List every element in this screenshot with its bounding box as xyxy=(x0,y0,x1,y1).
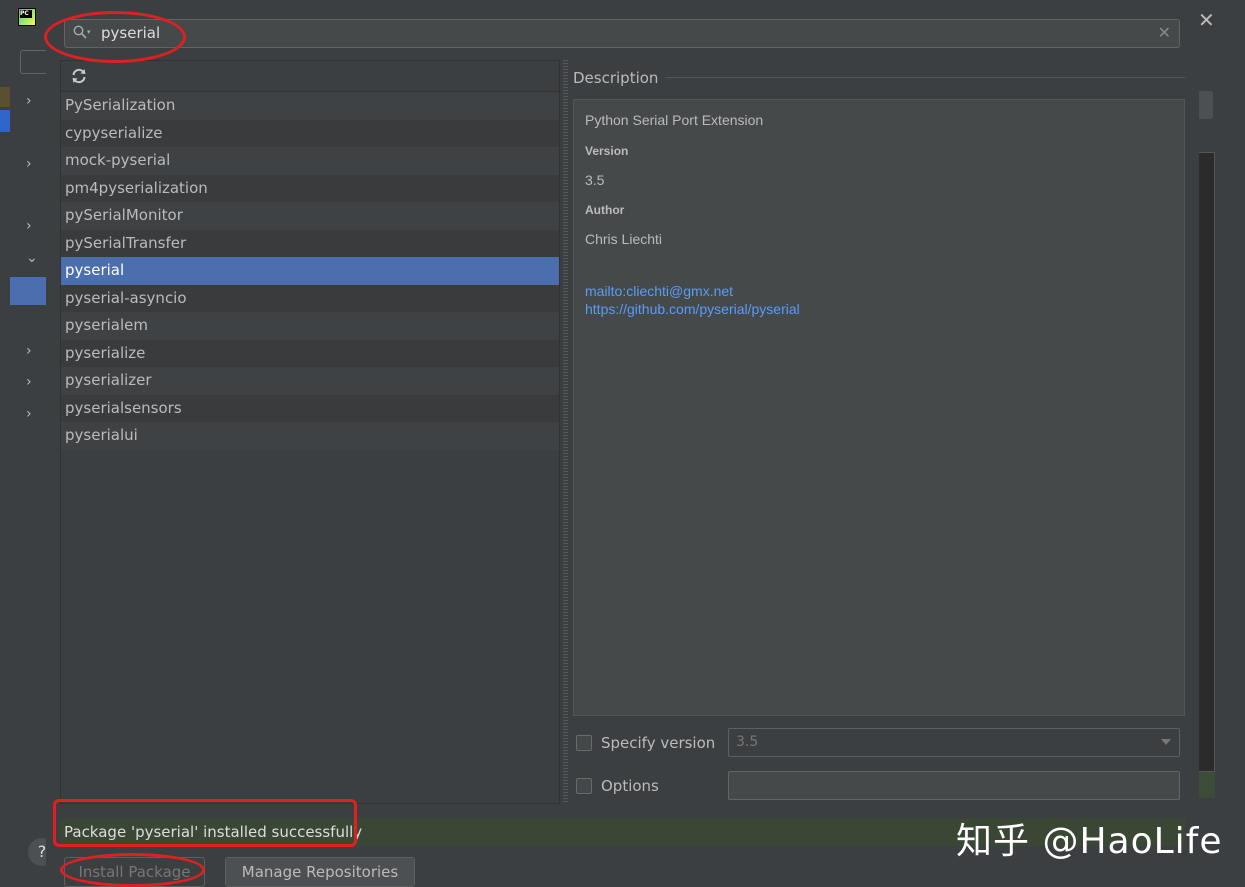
clear-search-icon[interactable]: ✕ xyxy=(1158,23,1171,42)
package-list-item[interactable]: pyserialsensors xyxy=(61,394,559,422)
ide-right-panel xyxy=(1193,0,1245,887)
package-list-item[interactable]: mock-pyserial xyxy=(61,147,559,175)
version-value: 3.5 xyxy=(585,172,605,188)
author-label: Author xyxy=(585,203,625,217)
pycharm-logo-icon: PC xyxy=(18,8,36,26)
chevron-right-icon[interactable]: › xyxy=(26,93,32,109)
author-value: Chris Liechti xyxy=(585,231,663,247)
chevron-right-icon[interactable]: › xyxy=(26,156,32,172)
annotation-box-status xyxy=(53,799,357,847)
version-select-value: 3.5 xyxy=(736,734,759,750)
package-list: PySerialization cypyserialize mock-pyseria… xyxy=(61,92,559,450)
package-list-item[interactable]: pySerialMonitor xyxy=(61,202,559,230)
ide-selected-row xyxy=(10,277,46,305)
options-checkbox[interactable] xyxy=(576,778,592,794)
package-list-item[interactable]: pyserialui xyxy=(61,422,559,450)
package-list-item[interactable]: pyserial-asyncio xyxy=(61,284,559,312)
chevron-right-icon[interactable]: › xyxy=(26,406,32,422)
panel-splitter[interactable] xyxy=(563,60,568,804)
version-label: Version xyxy=(585,144,629,158)
package-summary: Python Serial Port Extension xyxy=(585,112,764,128)
package-list-item[interactable]: PySerialization xyxy=(61,92,559,120)
package-list-item[interactable]: pm4pyserialization xyxy=(61,174,559,202)
package-list-item[interactable]: pyserialize xyxy=(61,339,559,367)
refresh-icon[interactable] xyxy=(70,67,88,85)
description-panel: Python Serial Port Extension Version 3.5… xyxy=(573,99,1185,716)
manage-repositories-button[interactable]: Manage Repositories xyxy=(225,857,415,887)
email-link[interactable]: mailto:cliechti@gmx.net xyxy=(585,283,733,299)
chevron-right-icon[interactable]: › xyxy=(26,218,32,234)
homepage-link[interactable]: https://github.com/pyserial/pyserial xyxy=(585,301,800,317)
annotation-circle-search xyxy=(44,11,186,63)
package-list-item[interactable]: pyserializer xyxy=(61,367,559,395)
specify-version-checkbox[interactable] xyxy=(576,735,592,751)
description-heading: Description xyxy=(573,69,659,87)
version-select[interactable]: 3.5 xyxy=(728,728,1180,757)
description-divider xyxy=(665,77,1185,78)
chevron-right-icon[interactable]: › xyxy=(26,374,32,390)
ide-highlight-strip xyxy=(0,87,10,107)
package-list-item[interactable]: pySerialTransfer xyxy=(61,229,559,257)
package-search-field[interactable]: ▾ pyserial ✕ xyxy=(64,19,1180,48)
chevron-down-icon[interactable]: ⌄ xyxy=(26,250,38,266)
annotation-circle-install xyxy=(60,853,205,887)
chevron-down-icon xyxy=(1161,739,1171,745)
watermark: 知乎 @HaoLife xyxy=(956,821,1223,862)
package-list-panel: PySerialization cypyserialize mock-pyseria… xyxy=(60,60,560,804)
package-list-item[interactable]: pyserialem xyxy=(61,312,559,340)
ide-highlight-strip xyxy=(0,110,10,132)
ide-left-panel: PC › › › ⌄ › › › ? xyxy=(0,0,56,887)
package-list-item[interactable]: cypyserialize xyxy=(61,119,559,147)
options-input[interactable] xyxy=(728,771,1180,800)
close-icon[interactable]: ✕ xyxy=(1198,8,1215,32)
chevron-right-icon[interactable]: › xyxy=(26,343,32,359)
options-label[interactable]: Options xyxy=(601,777,659,795)
package-list-item[interactable]: pyserial xyxy=(61,257,559,285)
specify-version-label[interactable]: Specify version xyxy=(601,734,715,752)
